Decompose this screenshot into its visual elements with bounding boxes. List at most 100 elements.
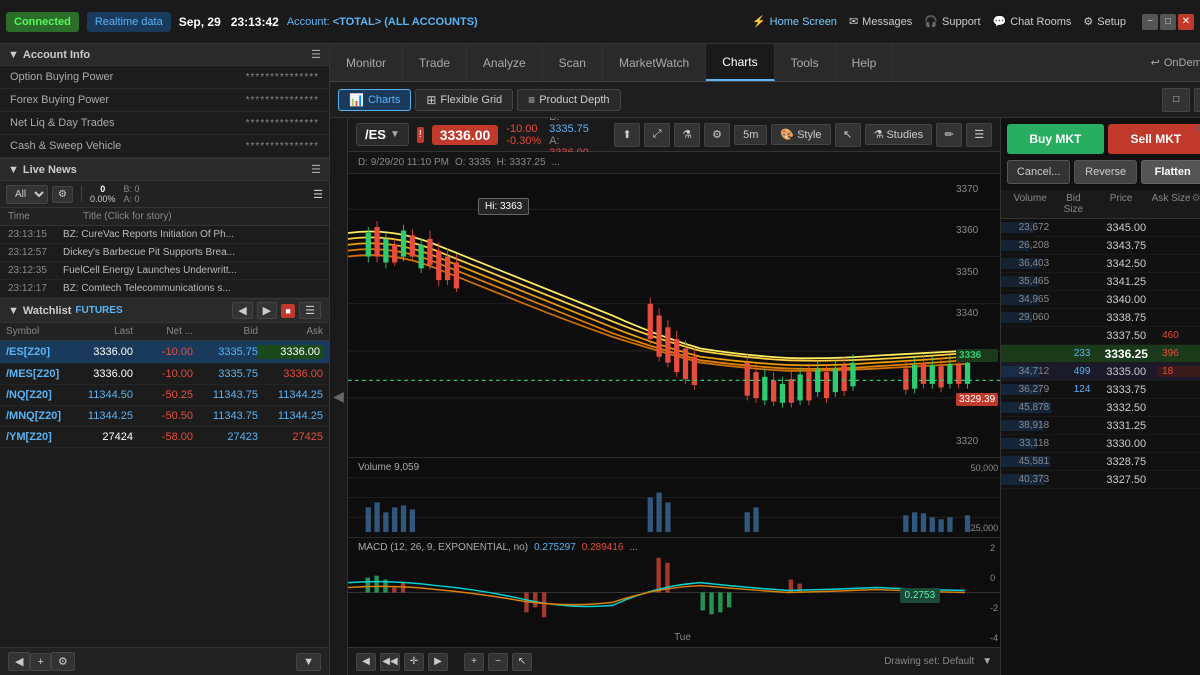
minimize-button[interactable]: − — [1142, 14, 1158, 30]
tab-tools[interactable]: Tools — [775, 44, 836, 81]
news-gear-button[interactable]: ⚙ — [52, 186, 73, 203]
sell-market-button[interactable]: Sell MKT — [1108, 124, 1200, 154]
chart-layout-btn[interactable]: □ — [1162, 88, 1190, 112]
order-book-settings[interactable]: ⚙ — [1192, 193, 1200, 215]
macd-badge: 0.2753 — [900, 588, 941, 603]
panel-collapse-button[interactable]: ◀ — [330, 118, 348, 675]
tab-ondemand[interactable]: ↩ OnDemand — [1141, 52, 1200, 73]
zoom-out-btn[interactable]: − — [488, 653, 508, 671]
expand-button[interactable]: ⤢ — [644, 123, 670, 147]
reverse-button[interactable]: Reverse — [1074, 160, 1137, 184]
live-news-section: ▼ Live News ☰ All ⚙ 0 0.00% B: — [0, 158, 329, 298]
chart-settings-gear[interactable]: ⚙ — [704, 123, 730, 147]
close-button[interactable]: ✕ — [1178, 14, 1194, 30]
ob-row-0[interactable]: 23,672 3345.00 — [1001, 219, 1200, 237]
style-button[interactable]: 🎨 Style — [771, 124, 830, 145]
account-info-menu[interactable]: ☰ — [311, 48, 321, 61]
tab-trade[interactable]: Trade — [403, 44, 467, 81]
nav-setup[interactable]: ⚙ Setup — [1083, 15, 1126, 28]
zoom-in-btn[interactable]: + — [464, 653, 484, 671]
price-label-3370: 3370 — [956, 184, 998, 195]
watchlist-row-2[interactable]: /NQ[Z20] 11344.50 -50.25 11343.75 11344.… — [0, 385, 329, 406]
more-button[interactable]: ☰ — [966, 123, 992, 147]
account-row-cash: Cash & Sweep Vehicle *************** — [0, 135, 329, 158]
ob-row-13[interactable]: 45,581 3328.75 ● — [1001, 453, 1200, 471]
news-row-1[interactable]: 23:12:57 Dickey's Barbecue Pit Supports … — [0, 244, 329, 262]
share-button[interactable]: ⬆ — [614, 123, 640, 147]
nav-home-screen[interactable]: ⚡ Home Screen — [752, 15, 837, 28]
cursor-tool[interactable]: ↖ — [835, 123, 861, 147]
watchlist-row-0[interactable]: /ES[Z20] 3336.00 -10.00 3335.75 3336.00 — [0, 341, 329, 364]
volume-area[interactable]: Volume 9,059 50,000 25,000 — [348, 457, 1000, 537]
buy-market-button[interactable]: Buy MKT — [1007, 124, 1104, 154]
nav-chat-rooms[interactable]: 💬 Chat Rooms — [993, 15, 1072, 28]
news-row-3[interactable]: 23:12:17 BZ: Comtech Telecommunications … — [0, 280, 329, 298]
cursor-btn[interactable]: ↖ — [512, 653, 532, 671]
left-panel: ▼ Account Info ☰ Option Buying Power ***… — [0, 44, 330, 675]
account-info-section-header[interactable]: ▼ Account Info ☰ — [0, 44, 329, 66]
ob-row-5[interactable]: 29,060 3338.75 — [1001, 309, 1200, 327]
scroll-right-btn[interactable]: ▶ — [428, 653, 448, 671]
tab-analyze[interactable]: Analyze — [467, 44, 543, 81]
cancel-button[interactable]: Cancel... — [1007, 160, 1070, 184]
watchlist-prev-btn[interactable]: ◀ — [232, 302, 252, 319]
news-row-0[interactable]: 23:13:15 BZ: CureVac Reports Initiation … — [0, 226, 329, 244]
left-bottom-add-btn[interactable]: + — [30, 653, 50, 671]
nav-messages[interactable]: ✉ Messages — [849, 15, 912, 28]
ob-row-4[interactable]: 34,965 3340.00 — [1001, 291, 1200, 309]
connected-status[interactable]: Connected — [6, 12, 79, 32]
ob-row-8[interactable]: 34,712 499 3335.00 18 ● — [1001, 363, 1200, 381]
candle-chart-area[interactable]: 3370 3360 3350 3340 3336 3329.39 3320 Hi… — [348, 174, 1000, 457]
chart-settings-btn[interactable]: ☰ — [1194, 88, 1200, 112]
ob-row-14[interactable]: 40,373 3327.50 — [1001, 471, 1200, 489]
news-filter-dropdown[interactable]: All — [6, 185, 48, 204]
news-total-count: 0 0.00% — [90, 184, 116, 204]
watchlist-rows: /ES[Z20] 3336.00 -10.00 3335.75 3336.00 … — [0, 341, 329, 647]
nav-support[interactable]: 🎧 Support — [924, 15, 980, 28]
left-bottom-prev-btn[interactable]: ◀ — [8, 652, 30, 671]
ob-row-3[interactable]: 35,465 3341.25 ● — [1001, 273, 1200, 291]
bar-chart-icon: 📊 — [349, 93, 364, 107]
ob-row-11[interactable]: 38,918 3331.25 — [1001, 417, 1200, 435]
news-row-2[interactable]: 23:12:35 FuelCell Energy Launches Underw… — [0, 262, 329, 280]
ob-row-9[interactable]: 36,279 124 3333.75 — [1001, 381, 1200, 399]
left-bottom-scroll-down-btn[interactable]: ▼ — [296, 653, 321, 671]
ob-row-1[interactable]: 26,208 3343.75 — [1001, 237, 1200, 255]
realtime-status[interactable]: Realtime data — [87, 12, 171, 32]
tab-monitor[interactable]: Monitor — [330, 44, 403, 81]
flatten-button[interactable]: Flatten — [1141, 160, 1200, 184]
tab-help[interactable]: Help — [836, 44, 894, 81]
studies-button[interactable]: ⚗ Studies — [865, 124, 933, 145]
order-settings-icon[interactable]: ⚙ — [1196, 122, 1200, 135]
charts-button[interactable]: 📊 Charts — [338, 89, 411, 111]
maximize-button[interactable]: □ — [1160, 14, 1176, 30]
watchlist-row-3[interactable]: /MNQ[Z20] 11344.25 -50.50 11343.75 11344… — [0, 406, 329, 427]
news-settings-icon[interactable]: ☰ — [313, 188, 323, 201]
watchlist-row-4[interactable]: /YM[Z20] 27424 -58.00 27423 27425 — [0, 427, 329, 448]
crosshair-btn[interactable]: ✛ — [404, 653, 424, 671]
product-depth-button[interactable]: ≡ Product Depth — [517, 89, 620, 111]
flask-button[interactable]: ⚗ — [674, 123, 700, 147]
watchlist-next-btn[interactable]: ▶ — [257, 302, 277, 319]
tab-charts[interactable]: Charts — [706, 44, 774, 81]
ob-row-12[interactable]: 33,118 3330.00 ●● — [1001, 435, 1200, 453]
ob-row-2[interactable]: 36,403 3342.50 — [1001, 255, 1200, 273]
drawings-button[interactable]: ✏ — [936, 123, 962, 147]
live-news-menu[interactable]: ☰ — [311, 163, 321, 176]
left-bottom-gear-btn[interactable]: ⚙ — [51, 652, 75, 671]
tab-marketwatch[interactable]: MarketWatch — [603, 44, 706, 81]
scroll-left-btn[interactable]: ◀ — [356, 653, 376, 671]
macd-area[interactable]: MACD (12, 26, 9, EXPONENTIAL, no) 0.2752… — [348, 537, 1000, 647]
ohlc-bar: D: 9/29/20 11:10 PM O: 3335 H: 3337.25 .… — [348, 152, 1000, 174]
flexible-grid-button[interactable]: ⊞ Flexible Grid — [415, 89, 513, 111]
watchlist-row-1[interactable]: /MES[Z20] 3336.00 -10.00 3335.75 3336.00 — [0, 364, 329, 385]
ob-row-10[interactable]: 45,878 3332.50 ● — [1001, 399, 1200, 417]
timeframe-selector[interactable]: 5m — [734, 125, 767, 145]
ob-row-current[interactable]: 233 3336.25 396 ● — [1001, 345, 1200, 363]
live-news-section-header[interactable]: ▼ Live News ☰ — [0, 159, 329, 181]
watchlist-menu-btn[interactable]: ☰ — [299, 302, 321, 319]
ob-row-6[interactable]: 3337.50 460 ● — [1001, 327, 1200, 345]
tab-scan[interactable]: Scan — [543, 44, 603, 81]
symbol-selector[interactable]: /ES ▼ — [356, 123, 409, 146]
step-left-btn[interactable]: ◀◀ — [380, 653, 400, 671]
